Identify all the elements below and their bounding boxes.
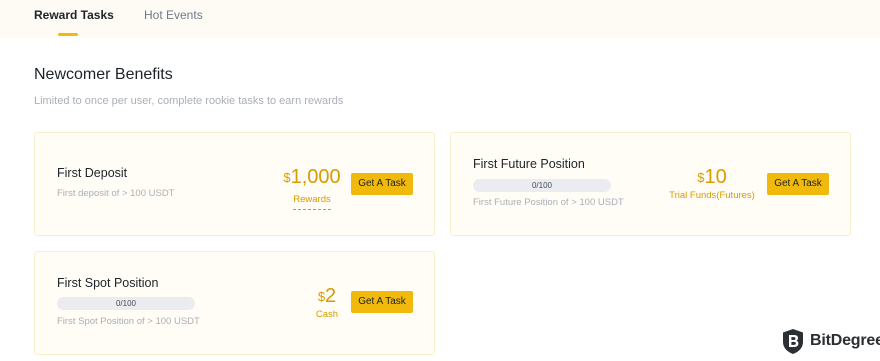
watermark-brand: BitDegree — [810, 332, 880, 349]
reward-value: 10 — [704, 166, 727, 188]
reward-amount: $1,000 — [281, 166, 343, 189]
task-description: First deposit of > 100 USDT — [57, 188, 175, 199]
task-progress-bar: 0/100 — [57, 297, 195, 310]
task-title: First Spot Position — [57, 276, 159, 290]
tab-reward-tasks[interactable]: Reward Tasks — [34, 8, 114, 22]
progress-text: 0/100 — [531, 181, 553, 190]
section-subtitle: Limited to once per user, complete rooki… — [34, 95, 344, 107]
task-description: First Spot Position of > 100 USDT — [57, 316, 200, 327]
reward-currency: $ — [283, 170, 291, 185]
active-tab-indicator — [58, 33, 78, 36]
reward-amount: $2 — [305, 285, 349, 308]
reward-value: 2 — [325, 285, 337, 307]
task-progress-bar: 0/100 — [473, 179, 611, 192]
task-reward: $10 Trial Funds(Futures) — [659, 166, 765, 202]
progress-text: 0/100 — [115, 299, 137, 308]
reward-label: Trial Funds(Futures) — [669, 190, 755, 201]
reward-label[interactable]: Rewards — [293, 194, 331, 210]
get-task-button[interactable]: Get A Task — [767, 173, 829, 195]
task-reward: $2 Cash — [305, 285, 349, 321]
get-task-button[interactable]: Get A Task — [351, 291, 413, 313]
bitdegree-watermark: BitDegree — [781, 327, 880, 355]
task-reward: $1,000 Rewards — [281, 166, 343, 210]
task-description: First Future Position of > 100 USDT — [473, 197, 624, 208]
task-title: First Future Position — [473, 157, 585, 171]
reward-label: Cash — [315, 309, 339, 320]
section-title: Newcomer Benefits — [34, 66, 173, 83]
task-card-first-future-position: First Future Position 0/100 First Future… — [450, 132, 851, 236]
task-card-first-spot-position: First Spot Position 0/100 First Spot Pos… — [34, 251, 435, 355]
reward-value: 1,000 — [290, 166, 341, 188]
task-card-first-deposit: First Deposit First deposit of > 100 USD… — [34, 132, 435, 236]
tab-hot-events[interactable]: Hot Events — [144, 8, 203, 22]
reward-currency: $ — [317, 289, 326, 304]
task-title: First Deposit — [57, 166, 128, 180]
bitdegree-shield-icon — [783, 328, 803, 354]
tab-bar: Reward Tasks Hot Events — [0, 0, 880, 38]
get-task-button[interactable]: Get A Task — [351, 173, 413, 195]
reward-amount: $10 — [659, 166, 765, 189]
